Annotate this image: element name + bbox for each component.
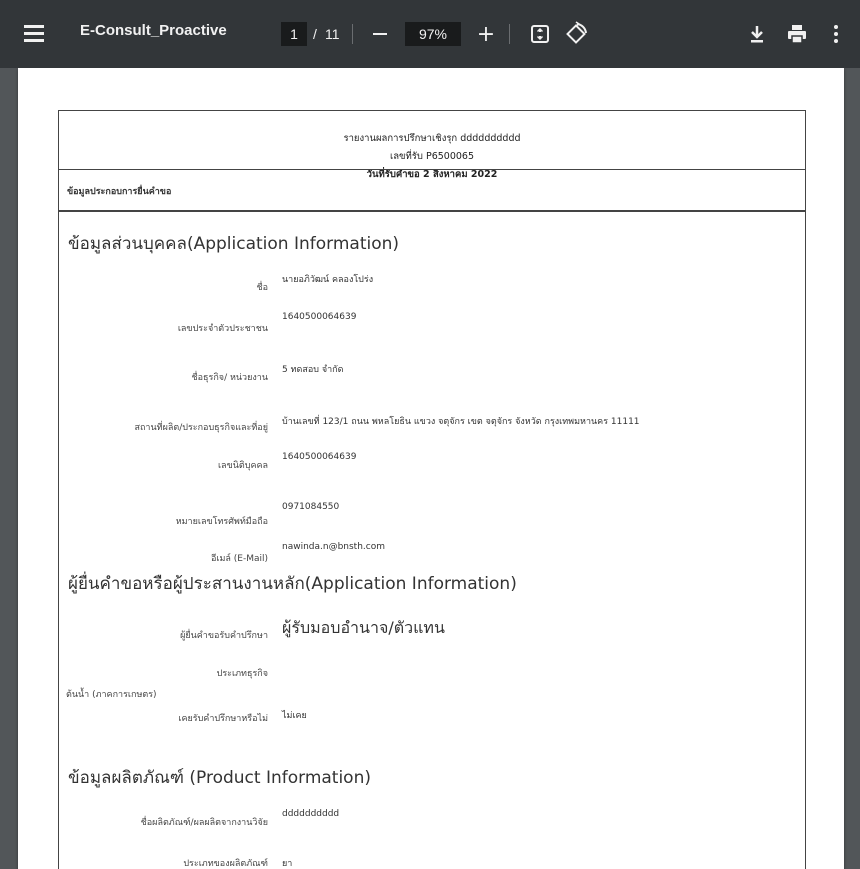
- field-value: 0971084550: [282, 502, 340, 512]
- print-icon[interactable]: [784, 21, 810, 47]
- field-value: นายอภิวัฒน์ คลองโปร่ง: [282, 275, 374, 285]
- pdf-page: รายงานผลการปรึกษาเชิงรุก dddddddddd เลขท…: [18, 68, 844, 869]
- field-label: ชื่อ: [256, 283, 268, 293]
- field-value: 1640500064639: [282, 452, 357, 462]
- field-value: ผู้รับมอบอำนาจ/ตัวแทน: [282, 618, 445, 637]
- fit-page-icon[interactable]: [527, 21, 553, 47]
- section-applicant-info: ผู้ยื่นคำขอหรือผู้ประสานงานหลัก(Applicat…: [68, 574, 517, 594]
- subheader-text: ข้อมูลประกอบการยื่นคำขอ: [67, 187, 172, 197]
- document-title: E-Consult_Proactive: [80, 22, 227, 39]
- field-label: ชื่อธุรกิจ/ หน่วยงาน: [191, 373, 268, 383]
- toolbar-divider: [509, 24, 510, 44]
- rotate-icon[interactable]: [561, 19, 591, 49]
- download-icon[interactable]: [744, 21, 770, 47]
- field-label: ประเภทของผลิตภัณฑ์: [183, 859, 268, 869]
- field-value: dddddddddd: [282, 809, 340, 819]
- pdf-viewer[interactable]: รายงานผลการปรึกษาเชิงรุก dddddddddd เลขท…: [0, 68, 860, 869]
- receipt-number: เลขที่รับ P6500065: [389, 151, 474, 162]
- zoom-level-input[interactable]: 97%: [405, 22, 461, 46]
- minus-icon[interactable]: [367, 20, 393, 48]
- field-label: ผู้ยื่นคำขอรับคำปรึกษา: [180, 631, 268, 641]
- report-title: รายงานผลการปรึกษาเชิงรุก dddddddddd: [343, 133, 521, 144]
- field-label: เลขนิติบุคคล: [217, 461, 268, 471]
- field-label: ชื่อผลิตภัณฑ์/ผลผลิตจากงานวิจัย: [140, 818, 268, 828]
- page-number-input[interactable]: 1: [281, 22, 307, 46]
- left-note: ต้นน้ำ (ภาคการเกษตร): [66, 690, 157, 700]
- field-value: nawinda.n@bnsth.com: [282, 542, 385, 552]
- more-vert-icon[interactable]: [830, 21, 842, 47]
- field-label: สถานที่ผลิต/ประกอบธุรกิจและที่อยู่: [134, 423, 268, 433]
- section-product-info: ข้อมูลผลิตภัณฑ์ (Product Information): [68, 768, 371, 788]
- field-value: ยา: [282, 859, 293, 869]
- field-label: เคยรับคำปรึกษาหรือไม่: [178, 714, 268, 724]
- field-label: อีเมล์ (E-Mail): [210, 554, 268, 564]
- field-value: 5 ทดสอบ จำกัด: [282, 365, 344, 375]
- field-value: บ้านเลขที่ 123/1 ถนน พหลโยธิน แขวง จตุจั…: [282, 417, 640, 427]
- field-label: เลขประจำตัวประชาชน: [177, 324, 268, 334]
- plus-icon[interactable]: +: [472, 20, 500, 48]
- section-personal-info: ข้อมูลส่วนบุคคล(Application Information): [68, 234, 400, 254]
- field-label: ประเภทธุรกิจ: [216, 669, 268, 679]
- field-label: หมายเลขโทรศัพท์มือถือ: [175, 517, 268, 527]
- field-value: ไม่เคย: [282, 711, 307, 721]
- page-total: 11: [325, 26, 340, 42]
- toolbar-divider: [352, 24, 353, 44]
- hamburger-menu-icon[interactable]: [20, 23, 48, 45]
- page-separator: /: [313, 26, 317, 42]
- field-value: 1640500064639: [282, 312, 357, 322]
- subheader-box: ข้อมูลประกอบการยื่นคำขอ: [58, 169, 806, 211]
- pdf-toolbar: E-Consult_Proactive 1 / 11 97% +: [0, 0, 860, 68]
